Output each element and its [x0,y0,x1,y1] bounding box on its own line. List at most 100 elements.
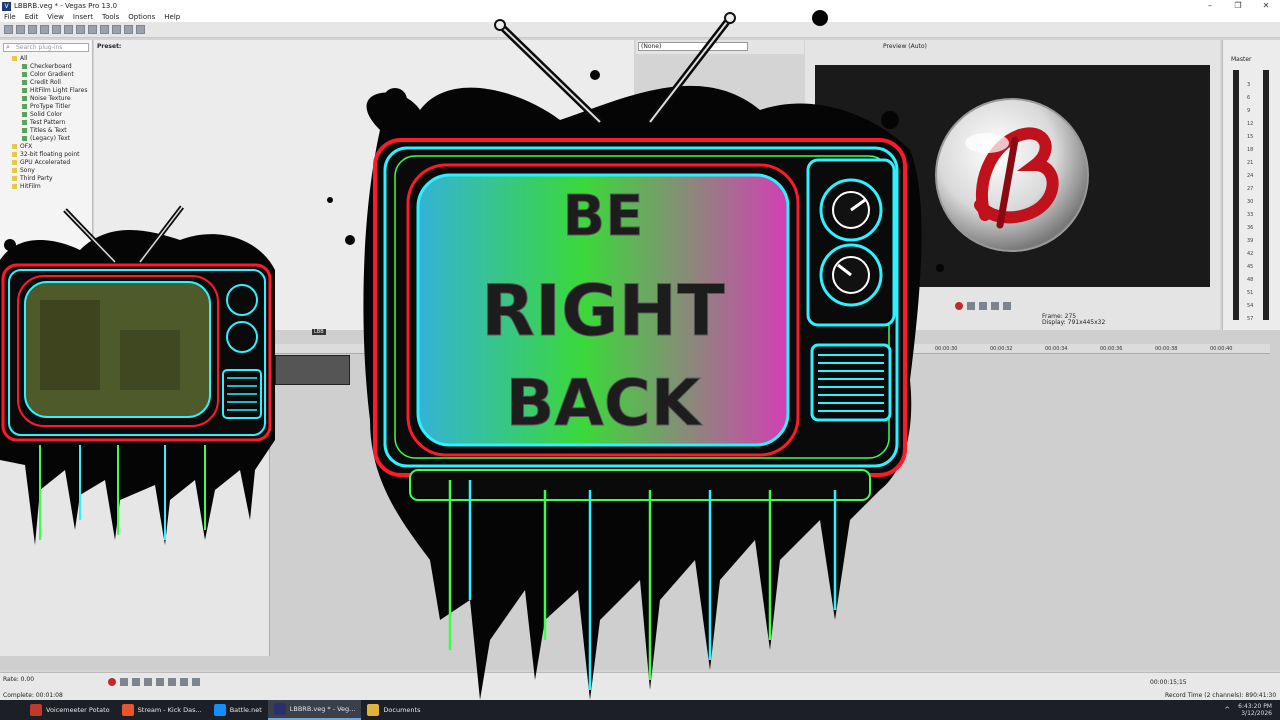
play-from-start-button[interactable] [132,678,140,686]
plugin-tree-item[interactable]: (Legacy) Text [0,135,92,143]
plugin-tree-item[interactable]: All [0,55,92,63]
plugin-tree-item[interactable]: Titles & Text [0,127,92,135]
open-button[interactable] [16,25,25,34]
db-tick-label: 39 [1247,238,1254,244]
menu-file[interactable]: File [4,13,16,21]
plugin-tree-item[interactable]: Solid Color [0,111,92,119]
plugin-icon [22,120,27,125]
taskbar-item[interactable]: Documents [361,700,426,720]
plugin-tree-item[interactable]: HitFilm [0,183,92,191]
preview-record-button[interactable] [955,302,963,310]
transport-bar: Rate: 0.00 00:00:15;15 [0,672,1280,690]
video-clip[interactable] [275,355,350,385]
clock[interactable]: 6:43:20 PM 3/12/2026 [1238,703,1272,717]
preview-loop-button[interactable] [967,302,975,310]
plugin-tree-item[interactable]: Noise Texture [0,95,92,103]
ruler-tick-label: 00:00:38 [1155,346,1178,352]
plugin-tree-item[interactable]: Color Gradient [0,71,92,79]
properties-button[interactable] [64,25,73,34]
plugin-tree-item[interactable]: Test Pattern [0,119,92,127]
db-tick-label: 51 [1247,290,1254,296]
plugin-tree-label: Checkerboard [30,63,72,70]
plugin-tree-label: OFX [20,143,33,150]
menu-tools[interactable]: Tools [102,13,119,21]
menu-help[interactable]: Help [164,13,180,21]
save-button[interactable] [28,25,37,34]
loop-button[interactable] [120,678,128,686]
db-tick-label: 24 [1247,173,1254,179]
taskbar-items: Voicemeeter Potato Stream - Kick Das... Ba… [0,700,426,720]
frame-info: Frame: 275 Display: 791x445x32 [1042,314,1105,326]
play-button[interactable] [144,678,152,686]
ruler-tick-label: 00:00:30 [935,346,958,352]
plugin-tree-label: Color Gradient [30,71,74,78]
taskbar-item[interactable]: Battle.net [208,700,268,720]
folder-icon [12,152,17,157]
plugin-tree-label: Noise Texture [30,95,71,102]
plugin-tree-item[interactable]: ProType Titler [0,103,92,111]
go-to-end-button[interactable] [192,678,200,686]
new-project-button[interactable] [4,25,13,34]
paste-button[interactable] [100,25,109,34]
preview-pause-button[interactable] [991,302,999,310]
render-button[interactable] [52,25,61,34]
save-as-button[interactable] [40,25,49,34]
db-tick-label: 6 [1247,95,1251,101]
pause-button[interactable] [156,678,164,686]
go-to-start-button[interactable] [180,678,188,686]
redo-button[interactable] [124,25,133,34]
plugin-search-input[interactable]: Search plug-ins [3,43,89,52]
timeline-ruler[interactable]: 00:00:30 00:00:32 00:00:34 00:00:36 00:00:38… [270,344,1270,354]
display-value: 791x445x32 [1067,319,1106,326]
plugin-tree-item[interactable]: OFX [0,143,92,151]
plugin-tree-item[interactable]: HitFilm Light Flares [0,87,92,95]
copy-button[interactable] [88,25,97,34]
vegas-icon [273,703,286,715]
stop-button[interactable] [168,678,176,686]
preview-screen [815,65,1210,287]
preview-play-button[interactable] [979,302,987,310]
clip-label: LBB [312,329,326,335]
plugin-tree-label: 32-bit floating point [20,151,80,158]
plugin-tree-item[interactable]: Credit Roll [0,79,92,87]
menu-view[interactable]: View [47,13,64,21]
preview-quality-select[interactable]: Preview (Auto) [883,43,927,50]
taskbar-item[interactable]: Stream - Kick Das... [116,700,208,720]
plugin-tree-label: Credit Roll [30,79,61,86]
taskbar-item[interactable]: Voicemeeter Potato [24,700,116,720]
minimize-button[interactable]: – [1196,0,1224,12]
plugin-tree-item[interactable]: Checkerboard [0,63,92,71]
cursor-timecode: 00:00:15;15 [1150,679,1187,686]
ruler-tick-label: 00:00:40 [1210,346,1233,352]
db-tick-label: 30 [1247,199,1254,205]
undo-button[interactable] [112,25,121,34]
db-tick-label: 21 [1247,160,1254,166]
plugin-tree-item[interactable]: Third Party [0,175,92,183]
db-tick-label: 3 [1247,82,1251,88]
plugin-tree-label: Sony [20,167,35,174]
rate-label: Rate: 0.00 [3,676,35,683]
menu-edit[interactable]: Edit [25,13,39,21]
menu-options[interactable]: Options [128,13,155,21]
clock-time: 6:43:20 PM [1238,703,1272,710]
plugin-tree-item[interactable]: Sony [0,167,92,175]
cut-button[interactable] [76,25,85,34]
plugin-tree-item[interactable]: 32-bit floating point [0,151,92,159]
close-button[interactable]: ✕ [1252,0,1280,12]
db-tick-label: 36 [1247,225,1254,231]
record-button[interactable] [108,678,116,686]
ruler-tick-label: 00:00:32 [990,346,1013,352]
edit-tool-button[interactable] [136,25,145,34]
plugin-tree-item[interactable]: GPU Accelerated [0,159,92,167]
video-preview-panel: Preview (Auto) Frame: 275 Display: 791x4… [805,40,1220,330]
trimmer-media-select[interactable]: (None) [638,42,748,51]
title-bar: V LBBRB.veg * - Vegas Pro 13.0 – ❐ ✕ [0,0,1280,12]
menu-insert[interactable]: Insert [73,13,93,21]
taskbar-item[interactable]: LBBRB.veg * - Veg... [267,700,362,720]
tray-chevron-icon[interactable]: ^ [1224,706,1230,714]
folder-icon [12,56,17,61]
maximize-button[interactable]: ❐ [1224,0,1252,12]
db-tick-label: 57 [1247,316,1254,322]
main-toolbar [0,22,1280,38]
preview-stop-button[interactable] [1003,302,1011,310]
